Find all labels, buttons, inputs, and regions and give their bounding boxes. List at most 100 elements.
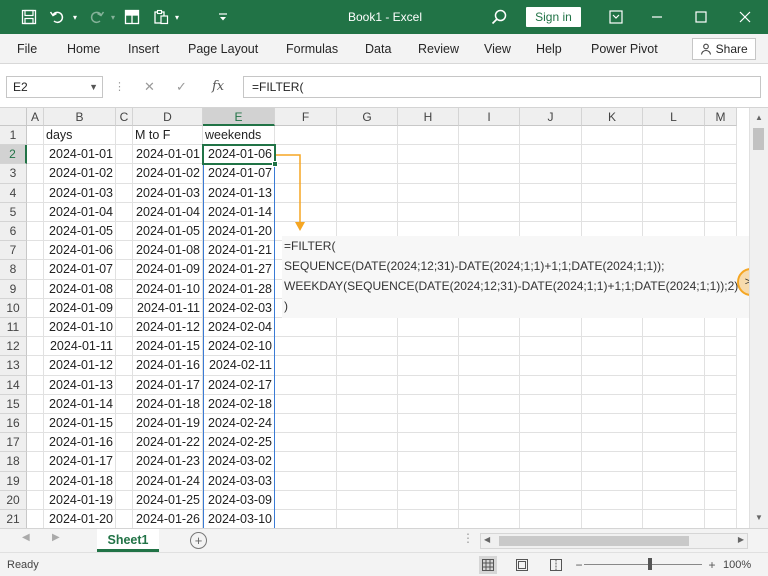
cell-days[interactable]: 2024-01-17 [44,452,116,472]
undo-icon[interactable] [46,0,68,34]
cell-l13[interactable] [643,356,705,376]
column-header-k[interactable]: K [582,108,643,126]
cell-k19[interactable] [582,471,643,491]
cell-k2[interactable] [582,145,643,165]
cell-c14[interactable] [116,375,133,395]
cancel-icon[interactable]: ✕ [144,76,155,98]
column-header-j[interactable]: J [520,108,582,126]
cell-m-to-f[interactable]: 2024-01-02 [133,164,203,184]
cell-f18[interactable] [275,452,337,472]
cell-m-to-f[interactable]: 2024-01-23 [133,452,203,472]
column-header-c[interactable]: C [116,108,133,126]
cell-g18[interactable] [337,452,398,472]
cell-l4[interactable] [643,183,705,203]
cell-m19[interactable] [705,471,737,491]
cell-c8[interactable] [116,260,133,280]
cell-i13[interactable] [459,356,520,376]
cell-m-to-f[interactable]: 2024-01-12 [133,318,203,338]
tab-review[interactable]: Review [418,34,459,64]
cell-k1[interactable] [582,126,643,146]
cell-m11[interactable] [705,318,737,338]
cell-i1[interactable] [459,126,520,146]
cell-k11[interactable] [582,318,643,338]
tab-page-layout[interactable]: Page Layout [188,34,258,64]
cell-a3[interactable] [27,164,44,184]
cell-days[interactable]: 2024-01-04 [44,202,116,222]
cell-c15[interactable] [116,394,133,414]
horizontal-scrollbar[interactable]: ◀ ▶ [480,533,748,549]
cell-l2[interactable] [643,145,705,165]
cell-h1[interactable] [398,126,459,146]
cell-f4[interactable] [275,183,337,203]
cell-k13[interactable] [582,356,643,376]
cell-c1[interactable] [116,126,133,146]
cell-f13[interactable] [275,356,337,376]
cell-h12[interactable] [398,337,459,357]
vertical-scroll-thumb[interactable] [753,128,764,150]
cell-m18[interactable] [705,452,737,472]
cell-m-to-f[interactable]: 2024-01-04 [133,202,203,222]
cell-j17[interactable] [520,433,582,453]
cell-l21[interactable] [643,510,705,528]
cell-a2[interactable] [27,145,44,165]
cell-m-to-f[interactable]: 2024-01-09 [133,260,203,280]
cell-c16[interactable] [116,414,133,434]
cell-h11[interactable] [398,318,459,338]
zoom-level[interactable]: 100% [723,553,751,576]
cell-h14[interactable] [398,375,459,395]
formula-input[interactable]: =FILTER( [243,76,761,98]
cell-c17[interactable] [116,433,133,453]
row-header-20[interactable]: 20 [0,490,27,510]
cell-m-to-f[interactable]: 2024-01-03 [133,183,203,203]
name-box[interactable]: E2 ▼ [6,76,103,98]
save-icon[interactable] [18,0,40,34]
close-icon[interactable] [722,0,768,34]
tab-file[interactable]: File [17,34,37,64]
cell-f14[interactable] [275,375,337,395]
cell-days[interactable]: 2024-01-18 [44,471,116,491]
cell-i2[interactable] [459,145,520,165]
cell-m-to-f[interactable]: 2024-01-24 [133,471,203,491]
cell-h17[interactable] [398,433,459,453]
column-header-f[interactable]: F [275,108,337,126]
cell-l17[interactable] [643,433,705,453]
cell-j2[interactable] [520,145,582,165]
row-header-21[interactable]: 21 [0,510,27,528]
row-header-16[interactable]: 16 [0,414,27,434]
cell-a7[interactable] [27,241,44,261]
page-layout-view-icon[interactable] [513,556,531,574]
cell-days[interactable]: 2024-01-05 [44,222,116,242]
cell-j21[interactable] [520,510,582,528]
cell-h15[interactable] [398,394,459,414]
select-all-corner[interactable] [0,108,27,126]
column-header-m[interactable]: M [705,108,737,126]
cell-m20[interactable] [705,490,737,510]
cell-k14[interactable] [582,375,643,395]
cell-j19[interactable] [520,471,582,491]
cell-g14[interactable] [337,375,398,395]
row-header-8[interactable]: 8 [0,260,27,280]
minimize-icon[interactable] [634,0,680,34]
row-header-7[interactable]: 7 [0,241,27,261]
cell-c21[interactable] [116,510,133,528]
cell-h13[interactable] [398,356,459,376]
cell-c18[interactable] [116,452,133,472]
cell-l18[interactable] [643,452,705,472]
cell-j5[interactable] [520,202,582,222]
cell-i19[interactable] [459,471,520,491]
cell-l1[interactable] [643,126,705,146]
cell-m-to-f[interactable]: 2024-01-19 [133,414,203,434]
row-header-19[interactable]: 19 [0,471,27,491]
cell-a12[interactable] [27,337,44,357]
cell-days[interactable]: 2024-01-13 [44,375,116,395]
cell-m16[interactable] [705,414,737,434]
column-header-b[interactable]: B [44,108,116,126]
cell-a11[interactable] [27,318,44,338]
column-header-h[interactable]: H [398,108,459,126]
cell-j11[interactable] [520,318,582,338]
column-header-d[interactable]: D [133,108,203,126]
cell-a5[interactable] [27,202,44,222]
undo-dropdown-icon[interactable]: ▾ [70,0,80,34]
cell-m2[interactable] [705,145,737,165]
row-header-1[interactable]: 1 [0,126,27,146]
